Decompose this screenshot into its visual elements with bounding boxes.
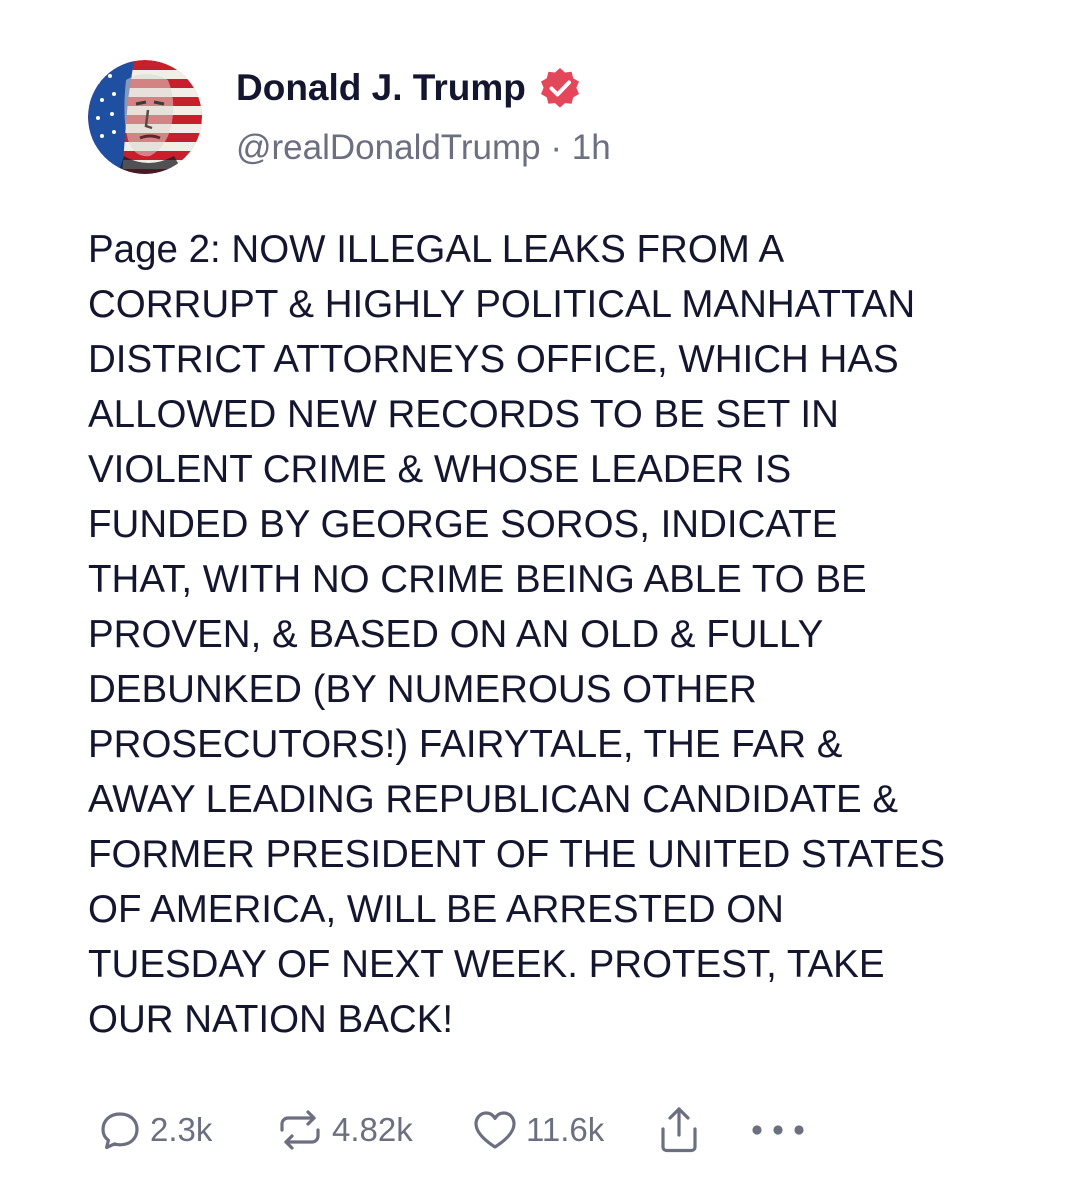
post-line: THAT, WITH NO CRIME BEING ABLE TO BE: [88, 558, 867, 601]
post-line: OUR NATION BACK!: [88, 998, 454, 1041]
author-handle[interactable]: @realDonaldTrump: [236, 128, 541, 167]
post-timestamp[interactable]: 1h: [572, 128, 611, 167]
post-line: FUNDED BY GEORGE SOROS, INDICATE: [88, 503, 838, 546]
post-line: DISTRICT ATTORNEYS OFFICE, WHICH HAS: [88, 338, 899, 381]
verified-badge-icon: [540, 68, 579, 108]
post-line: CORRUPT & HIGHLY POLITICAL MANHATTAN: [88, 283, 916, 326]
meta-separator: ·: [550, 128, 572, 167]
avatar[interactable]: [88, 60, 202, 174]
like-count: 11.6k: [526, 1111, 605, 1148]
post-line: AWAY LEADING REPUBLICAN CANDIDATE &: [88, 778, 899, 821]
more-options-button[interactable]: [749, 1120, 807, 1140]
author-display-name[interactable]: Donald J. Trump: [236, 67, 526, 109]
more-icon: [752, 1125, 804, 1135]
post-line: OF AMERICA, WILL BE ARRESTED ON: [88, 888, 784, 931]
post-line: PROVEN, & BASED ON AN OLD & FULLY: [88, 613, 824, 656]
post-body: Page 2: NOW ILLEGAL LEAKS FROM A CORRUPT…: [88, 222, 1018, 1047]
post-line: VIOLENT CRIME & WHOSE LEADER IS: [88, 448, 792, 491]
post-line: TUESDAY OF NEXT WEEK. PROTEST, TAKE: [88, 943, 885, 986]
repost-icon: [280, 1110, 320, 1150]
reply-button[interactable]: 2.3k: [98, 1108, 276, 1152]
post-line: DEBUNKED (BY NUMEROUS OTHER: [88, 668, 757, 711]
share-icon: [661, 1107, 697, 1153]
repost-button[interactable]: 4.82k: [276, 1108, 472, 1152]
reply-count: 2.3k: [150, 1111, 213, 1148]
share-button[interactable]: [657, 1105, 749, 1155]
post-action-bar: 2.3k 4.82k 11.6k: [98, 1098, 807, 1162]
author-name-row: Donald J. Trump: [236, 64, 582, 112]
post-line: FORMER PRESIDENT OF THE UNITED STATES: [88, 833, 946, 876]
like-icon: [474, 1111, 516, 1149]
reply-icon: [101, 1112, 139, 1150]
post-line: ALLOWED NEW RECORDS TO BE SET IN: [88, 393, 839, 436]
like-button[interactable]: 11.6k: [472, 1108, 657, 1152]
repost-count: 4.82k: [332, 1111, 413, 1148]
author-handle-row: @realDonaldTrump · 1h: [236, 128, 611, 168]
post-line: Page 2: NOW ILLEGAL LEAKS FROM A: [88, 228, 785, 271]
post-line: PROSECUTORS!) FAIRYTALE, THE FAR &: [88, 723, 843, 766]
